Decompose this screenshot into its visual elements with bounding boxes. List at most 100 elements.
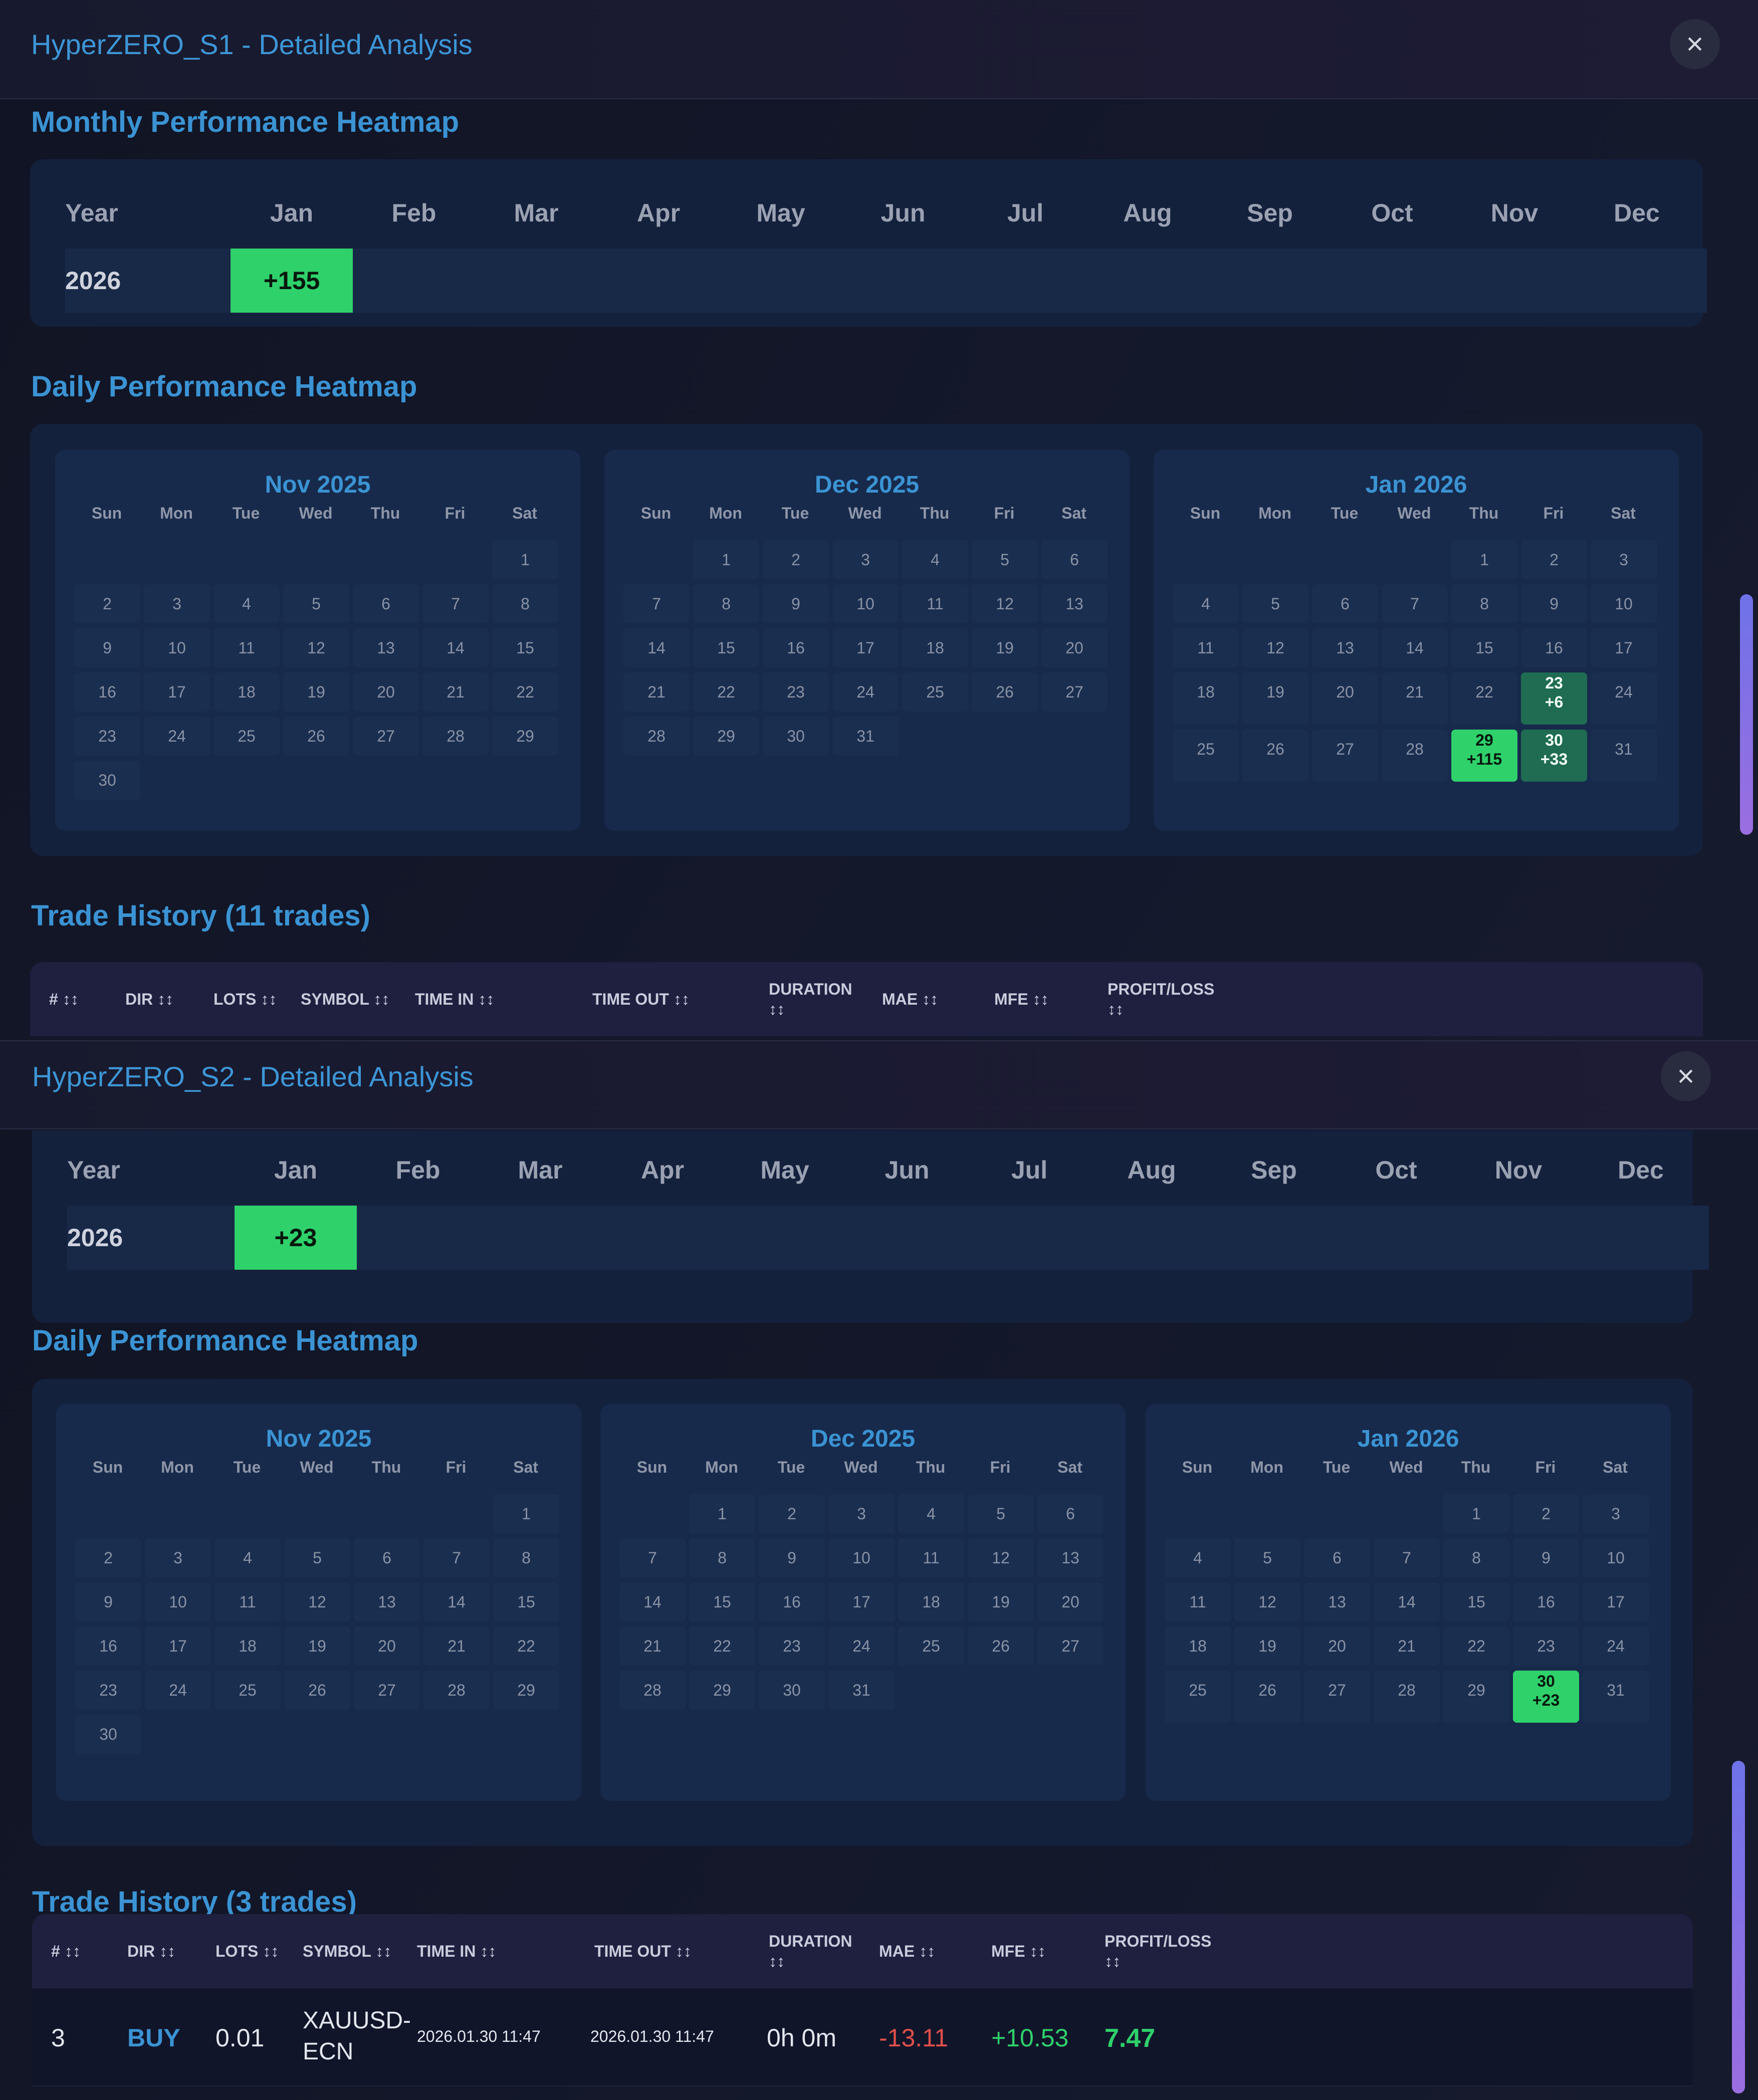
day-cell[interactable]: 25 [1165,1671,1231,1723]
day-cell[interactable]: 28 [623,717,690,756]
day-cell[interactable]: 27 [1041,672,1108,712]
day-cell[interactable]: 23 +6 [1521,672,1587,725]
day-cell[interactable]: 29 [693,717,759,756]
day-cell[interactable]: 11 [902,584,968,623]
day-cell[interactable]: 25 [214,1671,281,1710]
day-cell[interactable]: 5 [283,584,349,623]
day-cell[interactable]: 27 [1304,1671,1370,1723]
day-cell[interactable]: 2 [75,1538,141,1577]
day-cell[interactable]: 16 [763,628,829,667]
day-cell[interactable]: 26 [283,717,349,756]
day-cell[interactable]: 2 [1521,540,1587,579]
day-cell[interactable]: 24 [144,717,210,756]
day-cell[interactable]: 22 [689,1626,755,1666]
col-header-time_in[interactable]: TIME IN ↕↕ [417,1941,496,1961]
day-cell[interactable]: 7 [1382,584,1448,623]
day-cell[interactable]: 29 +115 [1451,730,1517,782]
day-cell[interactable]: 8 [693,584,759,623]
day-cell[interactable]: 30 [75,1715,141,1754]
day-cell[interactable]: 8 [493,1538,559,1577]
day-cell[interactable]: 1 [1443,1494,1509,1533]
day-cell[interactable]: 18 [1173,672,1239,725]
day-cell[interactable]: 25 [902,672,968,712]
day-cell[interactable]: 6 [1041,540,1108,579]
day-cell[interactable]: 18 [213,672,280,712]
day-cell[interactable]: 9 [1521,584,1587,623]
day-cell[interactable]: 8 [492,584,558,623]
day-cell[interactable]: 15 [493,1582,559,1621]
day-cell[interactable]: 15 [492,628,558,667]
day-cell[interactable]: 18 [1165,1626,1231,1666]
day-cell[interactable]: 20 [1312,672,1378,725]
day-cell[interactable]: 8 [1443,1538,1509,1577]
day-cell[interactable]: 21 [623,672,690,712]
day-cell[interactable]: 10 [1583,1538,1649,1577]
day-cell[interactable]: 16 [759,1582,825,1621]
col-header-lots[interactable]: LOTS ↕↕ [215,1941,279,1961]
day-cell[interactable]: 12 [284,1582,350,1621]
col-header-num[interactable]: # ↕↕ [51,1941,81,1961]
day-cell[interactable]: 24 [1583,1626,1649,1666]
day-cell[interactable]: 13 [354,1582,420,1621]
day-cell[interactable]: 10 [145,1582,211,1621]
day-cell[interactable]: 1 [1451,540,1517,579]
day-cell[interactable]: 8 [689,1538,755,1577]
day-cell[interactable]: 18 [214,1626,281,1666]
day-cell[interactable]: 5 [972,540,1038,579]
day-cell[interactable]: 7 [623,584,690,623]
day-cell[interactable]: 21 [619,1626,686,1666]
day-cell[interactable]: 9 [75,1582,141,1621]
day-cell[interactable]: 24 [1591,672,1657,725]
day-cell[interactable]: 28 [423,1671,490,1710]
day-cell[interactable]: 3 [145,1538,211,1577]
day-cell[interactable]: 20 [1304,1626,1370,1666]
col-header-time_in[interactable]: TIME IN ↕↕ [415,989,494,1009]
day-cell[interactable]: 21 [1374,1626,1440,1666]
day-cell[interactable]: 26 [284,1671,350,1710]
day-cell[interactable]: 3 [828,1494,895,1533]
day-cell[interactable]: 15 [1443,1582,1509,1621]
day-cell[interactable]: 22 [1443,1626,1509,1666]
col-header-pl[interactable]: PROFIT/LOSS ↕↕ [1108,979,1214,1019]
col-header-duration[interactable]: DURATION ↕↕ [769,1931,852,1971]
day-cell[interactable]: 7 [619,1538,686,1577]
day-cell[interactable]: 1 [493,1494,559,1533]
day-cell[interactable]: 14 [619,1582,686,1621]
day-cell[interactable]: 17 [145,1626,211,1666]
day-cell[interactable]: 27 [1312,730,1378,782]
day-cell[interactable]: 9 [74,628,140,667]
day-cell[interactable]: 26 [1234,1671,1300,1723]
day-cell[interactable]: 26 [1242,730,1308,782]
day-cell[interactable]: 13 [1041,584,1108,623]
day-cell[interactable]: 1 [693,540,759,579]
day-cell[interactable]: 13 [1304,1582,1370,1621]
day-cell[interactable]: 20 [1037,1582,1104,1621]
day-cell[interactable]: 31 [832,717,899,756]
day-cell[interactable]: 24 [832,672,899,712]
day-cell[interactable]: 4 [898,1494,964,1533]
day-cell[interactable]: 13 [1037,1538,1104,1577]
day-cell[interactable]: 7 [423,1538,490,1577]
day-cell[interactable]: 14 [422,628,489,667]
day-cell[interactable]: 4 [213,584,280,623]
day-cell[interactable]: 3 [144,584,210,623]
day-cell[interactable]: 3 [832,540,899,579]
day-cell[interactable]: 11 [1165,1582,1231,1621]
day-cell[interactable]: 22 [493,1626,559,1666]
col-header-time_out[interactable]: TIME OUT ↕↕ [592,989,690,1009]
day-cell[interactable]: 31 [1583,1671,1649,1723]
day-cell[interactable]: 13 [353,628,419,667]
day-cell[interactable]: 22 [1451,672,1517,725]
col-header-dir[interactable]: DIR ↕↕ [125,989,173,1009]
day-cell[interactable]: 12 [283,628,349,667]
day-cell[interactable]: 4 [1173,584,1239,623]
day-cell[interactable]: 31 [1591,730,1657,782]
day-cell[interactable]: 15 [1451,628,1517,667]
day-cell[interactable]: 30 +23 [1513,1671,1579,1723]
day-cell[interactable]: 3 [1591,540,1657,579]
day-cell[interactable]: 26 [968,1626,1034,1666]
day-cell[interactable]: 7 [1374,1538,1440,1577]
scrollbar-thumb[interactable] [1732,1761,1745,2093]
day-cell[interactable]: 12 [972,584,1038,623]
day-cell[interactable]: 4 [902,540,968,579]
